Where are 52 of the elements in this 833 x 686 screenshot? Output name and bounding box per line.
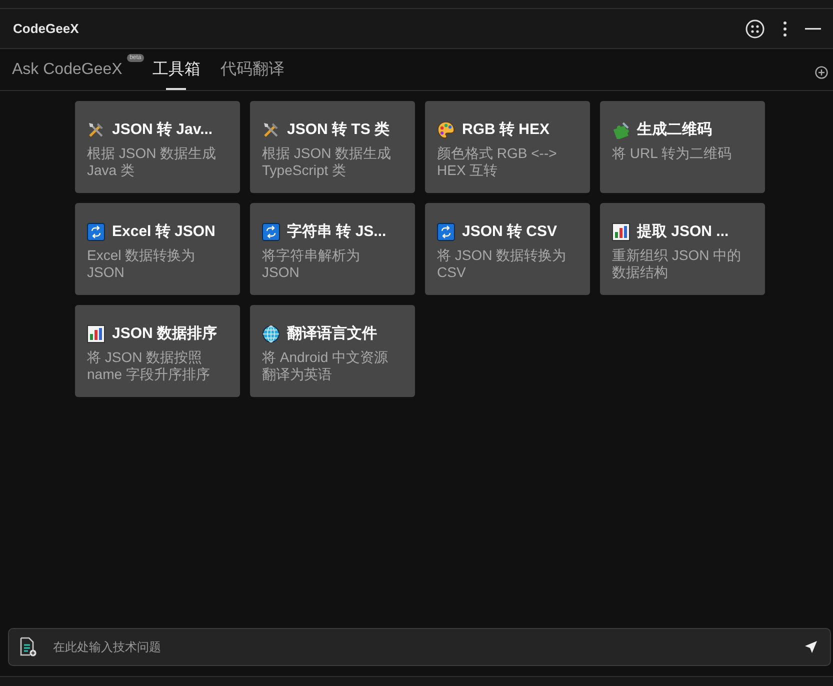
tools-icon — [262, 120, 280, 138]
tool-card[interactable]: JSON 转 Jav... 根据 JSON 数据生成 Java 类 — [75, 101, 240, 193]
globe-icon — [262, 324, 280, 342]
puzzle-icon — [612, 120, 630, 138]
tool-description: 将字符串解析为 JSON — [262, 247, 361, 281]
tool-title: Excel 转 JSON — [112, 222, 216, 241]
tool-title: 翻译语言文件 — [287, 324, 377, 343]
window-title: CodeGeeX — [13, 21, 79, 36]
minimize-icon[interactable] — [805, 28, 821, 30]
tool-title: JSON 转 Jav... — [112, 120, 213, 139]
tab[interactable]: Ask CodeGeeX — [12, 49, 122, 90]
tool-title: 字符串 转 JS... — [287, 222, 386, 241]
question-input[interactable]: 在此处输入技术问题 — [51, 639, 790, 655]
dots-grid-icon[interactable] — [745, 18, 765, 38]
tool-card[interactable]: JSON 数据排序 将 JSON 数据按照 name 字段升序排序 — [75, 305, 240, 397]
tool-card[interactable]: Excel 转 JSON Excel 数据转换为 JSON — [75, 203, 240, 295]
add-icon[interactable] — [815, 66, 828, 79]
repeat-icon — [437, 222, 455, 240]
tool-description: 重新组织 JSON 中的数据结构 — [612, 247, 742, 281]
document-add-icon[interactable] — [19, 637, 37, 657]
tool-description: 将 Android 中文资源翻译为英语 — [262, 349, 390, 383]
tool-card[interactable]: RGB 转 HEX 颜色格式 RGB <--> HEX 互转 — [425, 101, 590, 193]
tool-description: 根据 JSON 数据生成 Java 类 — [87, 145, 218, 179]
tool-title: RGB 转 HEX — [462, 120, 550, 139]
repeat-icon — [87, 222, 105, 240]
tool-description: 将 JSON 数据按照 name 字段升序排序 — [87, 349, 211, 383]
tool-card[interactable]: 提取 JSON ... 重新组织 JSON 中的数据结构 — [600, 203, 765, 295]
tool-card[interactable]: 翻译语言文件 将 Android 中文资源翻译为英语 — [250, 305, 415, 397]
send-icon[interactable] — [804, 640, 818, 654]
more-icon[interactable] — [783, 20, 787, 36]
tool-description: Excel 数据转换为 JSON — [87, 247, 196, 281]
palette-icon — [437, 120, 455, 138]
bar-chart-icon — [612, 222, 630, 240]
tool-description: 将 JSON 数据转换为 CSV — [437, 247, 568, 281]
tool-title: 提取 JSON ... — [637, 222, 729, 241]
tools-icon — [87, 120, 105, 138]
tool-title: JSON 转 TS 类 — [287, 120, 390, 139]
tool-card[interactable]: JSON 转 TS 类 根据 JSON 数据生成 TypeScript 类 — [250, 101, 415, 193]
tool-card[interactable]: 字符串 转 JS... 将字符串解析为 JSON — [250, 203, 415, 295]
tool-description: 将 URL 转为二维码 — [612, 145, 732, 162]
tool-title: JSON 转 CSV — [462, 222, 558, 241]
tool-card[interactable]: 生成二维码 将 URL 转为二维码 — [600, 101, 765, 193]
tab[interactable]: 工具箱 — [152, 49, 200, 90]
question-field[interactable]: 在此处输入技术问题 — [8, 628, 831, 666]
tab[interactable]: 代码翻译 — [220, 49, 284, 90]
tool-title: JSON 数据排序 — [112, 324, 218, 343]
bar-chart-icon — [87, 324, 105, 342]
repeat-icon — [262, 222, 280, 240]
tool-description: 根据 JSON 数据生成 TypeScript 类 — [262, 145, 392, 179]
tool-title: 生成二维码 — [637, 120, 712, 139]
tool-description: 颜色格式 RGB <--> HEX 互转 — [437, 145, 558, 179]
tool-card[interactable]: JSON 转 CSV 将 JSON 数据转换为 CSV — [425, 203, 590, 295]
